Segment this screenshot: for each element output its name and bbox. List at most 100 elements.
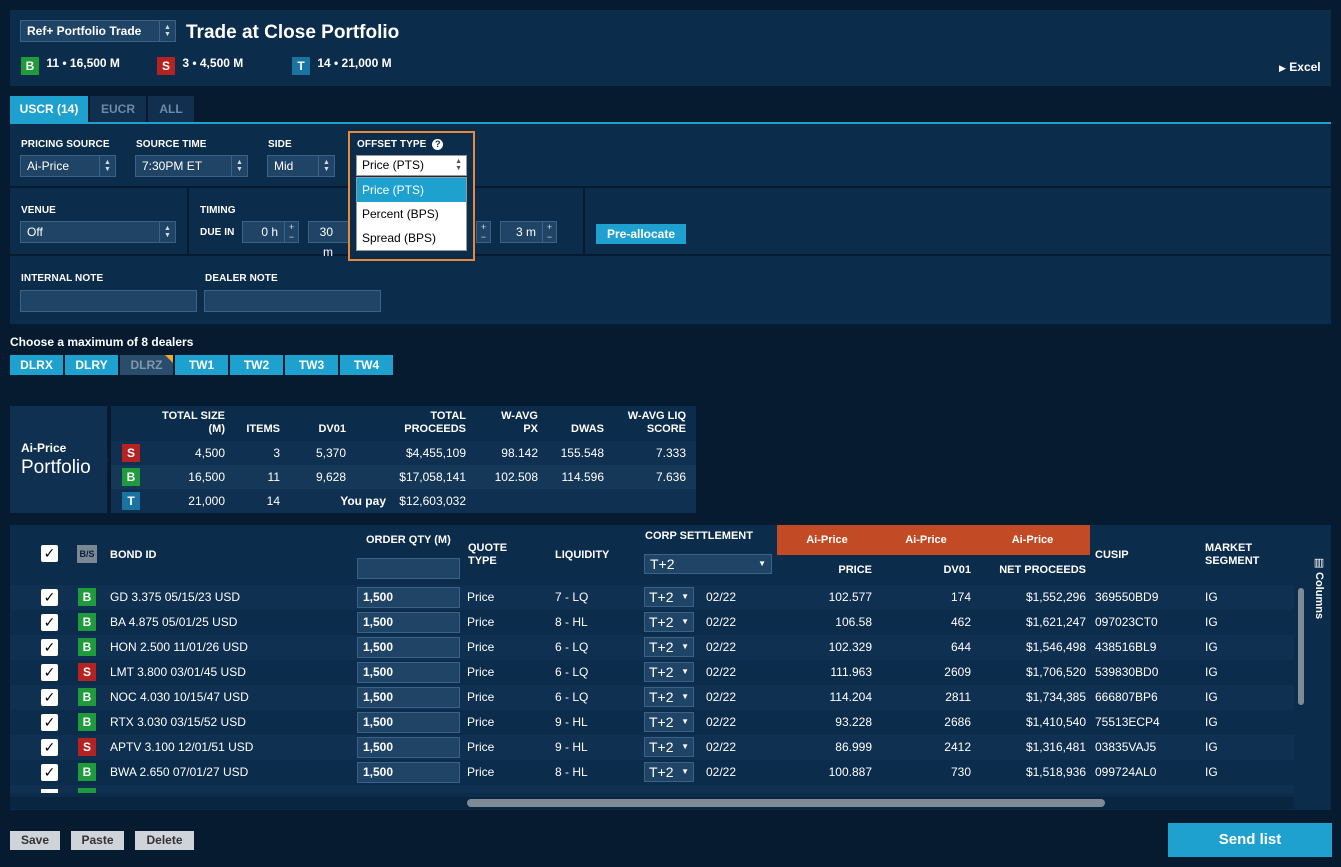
cusip: 666807BP6	[1095, 690, 1158, 704]
delete-button[interactable]: Delete	[135, 831, 194, 850]
side-select[interactable]: Mid ▲ ▼	[267, 155, 335, 177]
template-select[interactable]: Ref+ Portfolio Trade ▲ ▼	[20, 20, 176, 42]
dealer-tw4[interactable]: TW4	[340, 355, 393, 375]
market-segment: IG	[1205, 665, 1218, 679]
source-time-select[interactable]: 7:30PM ET ▲ ▼	[135, 155, 248, 177]
order-qty-input[interactable]: 1,500	[357, 637, 460, 658]
table-row[interactable]: ✓ B BWA 2.650 07/01/27 USD 1,500 Price 8…	[10, 760, 1294, 785]
offset-option-percent[interactable]: Percent (BPS)	[357, 202, 466, 226]
dealer-tw3[interactable]: TW3	[285, 355, 338, 375]
preallocate-button[interactable]: Pre-allocate	[596, 224, 686, 244]
offset-type-select[interactable]: Price (PTS) ▲ ▼	[356, 155, 467, 176]
dealer-dlry[interactable]: DLRY	[65, 355, 118, 375]
venue-select[interactable]: Off ▲ ▼	[20, 221, 176, 243]
bond-id: HON 2.500 11/01/26 USD	[110, 640, 248, 654]
tab-eucr[interactable]: EUCR	[90, 96, 146, 122]
summary-px: 98.142	[501, 446, 538, 460]
internal-note-label: INTERNAL NOTE	[21, 273, 104, 284]
table-row[interactable]: ✓ S APTV 3.100 12/01/51 USD 1,500 Price …	[10, 735, 1294, 760]
sell-side-badge: S	[122, 444, 140, 462]
settlement-select[interactable]: T+2 ▼	[644, 662, 694, 682]
settlement-value: T+2	[649, 764, 674, 780]
dealer-tw2[interactable]: TW2	[230, 355, 283, 375]
order-qty-bulk-input[interactable]	[357, 558, 460, 579]
order-qty-input[interactable]: 1,500	[357, 712, 460, 733]
row-checkbox[interactable]: ✓	[41, 689, 58, 706]
page-title: Trade at Close Portfolio	[186, 22, 400, 43]
last-minutes-stepper[interactable]: 3 m + −	[500, 221, 557, 243]
offset-option-price[interactable]: Price (PTS)	[357, 178, 466, 202]
columns-toggle[interactable]: ▥ Columns	[1308, 556, 1330, 626]
order-qty-input[interactable]: 1,500	[357, 687, 460, 708]
settlement-select[interactable]: T+2 ▼	[644, 612, 694, 632]
tab-uscr[interactable]: USCR (14)	[10, 96, 88, 122]
dealer-dlrx[interactable]: DLRX	[10, 355, 63, 375]
side-badge: S	[78, 663, 96, 681]
paste-button[interactable]: Paste	[71, 831, 124, 850]
settlement-select[interactable]: T+2 ▼	[644, 762, 694, 782]
settlement-select[interactable]: T+2 ▼	[644, 587, 694, 607]
net-proceeds: $1,706,520	[1025, 665, 1086, 679]
settlement-select[interactable]: T+2 ▼	[644, 737, 694, 757]
dv01: 730	[950, 765, 971, 779]
corp-settlement-select[interactable]: T+2 ▼	[644, 554, 772, 574]
table-row[interactable]: ✓ B HON 2.500 11/01/26 USD 1,500 Price 6…	[10, 635, 1294, 660]
order-qty-input[interactable]: 1,500	[357, 762, 460, 783]
save-button[interactable]: Save	[10, 831, 60, 850]
horizontal-scrollbar-thumb[interactable]	[467, 799, 1105, 807]
offset-option-spread[interactable]: Spread (BPS)	[357, 226, 466, 250]
pricing-source-label: PRICING SOURCE	[21, 139, 110, 150]
plus-minus-icon[interactable]: + −	[284, 222, 298, 242]
order-qty-input[interactable]: 1,500	[357, 587, 460, 608]
row-checkbox[interactable]: ✓	[41, 589, 58, 606]
cusip: 03835VAJ5	[1095, 740, 1157, 754]
corp-settlement-value: T+2	[650, 556, 675, 572]
row-checkbox[interactable]: ✓	[41, 764, 58, 781]
table-row[interactable]: ✓ B NOC 4.030 10/15/47 USD 1,500 Price 6…	[10, 685, 1294, 710]
offset-type-label: OFFSET TYPE ?	[357, 139, 444, 150]
row-checkbox[interactable]: ✓	[41, 639, 58, 656]
row-checkbox[interactable]: ✓	[41, 739, 58, 756]
plus-minus-icon[interactable]: + −	[476, 222, 490, 242]
summary-proceeds: $4,455,109	[405, 446, 466, 460]
price: 102.329	[828, 640, 872, 654]
order-qty-header: ORDER QTY (M)	[366, 534, 451, 546]
row-checkbox[interactable]: ✓	[41, 664, 58, 681]
excel-export-link[interactable]: ▶ Excel	[1279, 60, 1321, 74]
row-checkbox[interactable]: ✓	[41, 614, 58, 631]
row-checkbox[interactable]: ✓	[41, 714, 58, 731]
order-qty-input[interactable]: 1,500	[357, 662, 460, 683]
dropdown-arrow-icon: ▼	[681, 742, 689, 751]
order-qty-input[interactable]: 1,500	[357, 737, 460, 758]
table-row[interactable]: ✓ B BA 4.875 05/01/25 USD 1,500 Price 8 …	[10, 610, 1294, 635]
bond-id: BWA 2.650 07/01/27 USD	[110, 765, 249, 779]
help-icon[interactable]: ?	[432, 139, 444, 150]
due-hours-stepper[interactable]: 0 h + −	[242, 221, 299, 243]
select-all-checkbox[interactable]: ✓	[41, 545, 58, 562]
vertical-scrollbar-thumb[interactable]	[1298, 588, 1304, 705]
summary-header-liq: W-AVG LIQ SCORE	[627, 410, 686, 435]
market-segment: IG	[1205, 615, 1218, 629]
order-qty-input[interactable]: 1,500	[357, 612, 460, 633]
extra-stepper[interactable]: + −	[476, 221, 491, 243]
settlement-select[interactable]: T+2 ▼	[644, 712, 694, 732]
updown-arrows-icon: ▲ ▼	[231, 156, 247, 176]
ai-price-header-3: Ai-Price	[975, 525, 1090, 555]
settlement-select[interactable]: T+2 ▼	[644, 637, 694, 657]
send-list-button[interactable]: Send list	[1168, 823, 1332, 857]
plus-minus-icon[interactable]: + −	[542, 222, 556, 242]
table-row[interactable]: ✓ B RTX 3.030 03/15/52 USD 1,500 Price 9…	[10, 710, 1294, 735]
table-row[interactable]: ✓ S LMT 3.800 03/01/45 USD 1,500 Price 6…	[10, 660, 1294, 685]
dealer-tw1[interactable]: TW1	[175, 355, 228, 375]
internal-note-input[interactable]	[20, 290, 197, 312]
settlement-select[interactable]: T+2 ▼	[644, 687, 694, 707]
market-segment: IG	[1205, 740, 1218, 754]
side-badge: B	[78, 688, 96, 706]
table-row[interactable]: ✓ B GD 3.375 05/15/23 USD 1,500 Price 7 …	[10, 585, 1294, 610]
dealer-note-input[interactable]	[204, 290, 381, 312]
tab-all[interactable]: ALL	[148, 96, 194, 122]
dealer-note-label: DEALER NOTE	[205, 273, 278, 284]
summary-px: 102.508	[494, 470, 538, 484]
total-side-badge: T	[122, 492, 140, 510]
pricing-source-select[interactable]: Ai-Price ▲ ▼	[20, 155, 116, 177]
